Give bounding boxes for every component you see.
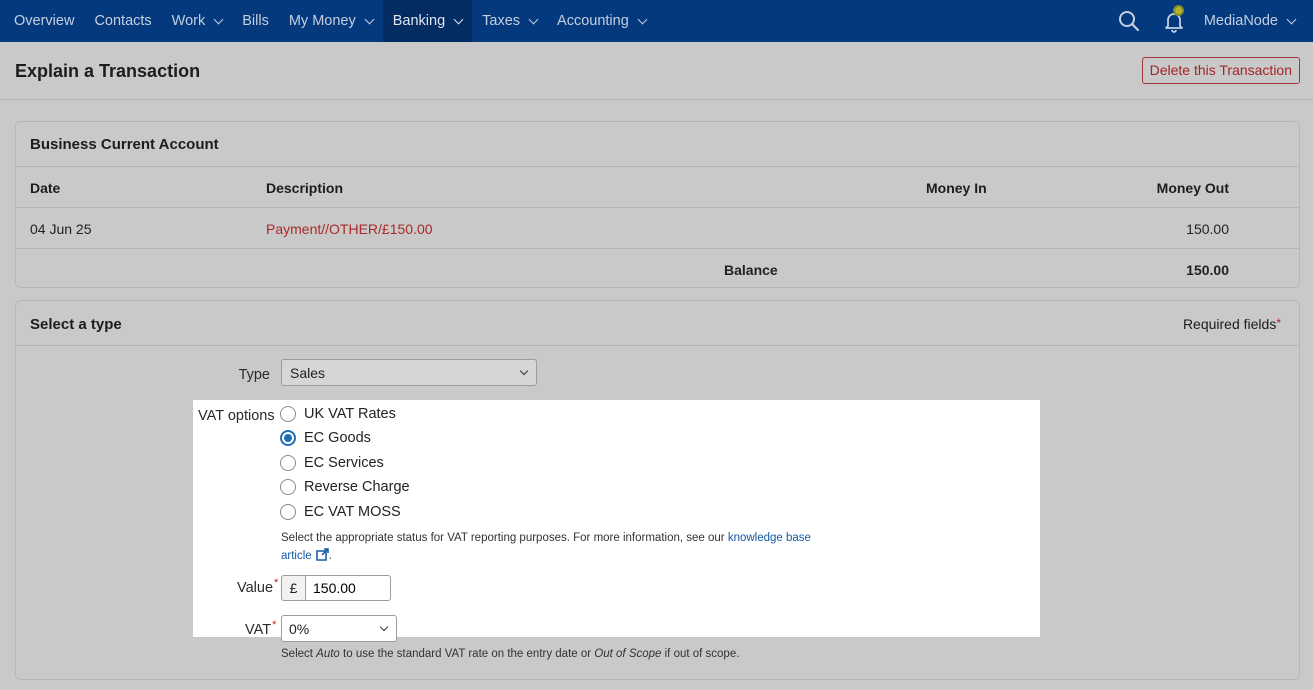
vat-option-label: EC Services — [304, 455, 384, 471]
nav-contacts[interactable]: Contacts — [84, 0, 161, 42]
value-label-text: Value — [237, 580, 274, 596]
knowledge-base-link[interactable]: knowledge base — [728, 532, 811, 544]
col-money-out: Money Out — [1156, 180, 1229, 196]
chevron-down-icon — [637, 14, 648, 24]
value-label: Value* — [237, 577, 279, 596]
type-card-title: Select a type — [30, 316, 122, 333]
chevron-down-icon — [364, 14, 375, 24]
value-field: £ — [281, 575, 391, 601]
account-title: Business Current Account — [16, 122, 1299, 167]
nav-taxes[interactable]: Taxes — [472, 0, 547, 42]
vat-note-auto: Auto — [316, 648, 340, 660]
vat-rate-value: 0% — [289, 621, 310, 637]
radio-unchecked[interactable] — [280, 479, 296, 495]
page-header: Explain a Transaction Delete this Transa… — [0, 42, 1313, 100]
row-date: 04 Jun 25 — [30, 221, 92, 237]
notification-dot — [1172, 5, 1184, 16]
nav-accounting-label: Accounting — [557, 13, 629, 29]
vat-option-label: Reverse Charge — [304, 479, 410, 495]
search-icon[interactable] — [1118, 10, 1140, 32]
nav-accounting[interactable]: Accounting — [547, 0, 656, 42]
page-title: Explain a Transaction — [15, 61, 201, 81]
required-fields-note: Required fields* — [1183, 316, 1281, 332]
delete-transaction-button[interactable]: Delete this Transaction — [1141, 57, 1300, 84]
nav-taxes-label: Taxes — [482, 13, 521, 29]
chevron-down-icon — [213, 14, 224, 24]
type-card-header: Select a type Required fields* — [16, 301, 1299, 346]
required-star: * — [1276, 316, 1281, 330]
value-input[interactable] — [305, 575, 391, 601]
vat-help-text: Select the appropriate status for VAT re… — [281, 529, 841, 565]
user-name: MediaNode — [1203, 13, 1278, 29]
nav-my-money-label: My Money — [288, 13, 356, 29]
nav-contacts-label: Contacts — [94, 13, 152, 29]
help-end: . — [328, 550, 332, 562]
row-description-link[interactable]: Payment//OTHER/£150.00 — [266, 221, 433, 237]
nav-banking-label: Banking — [392, 13, 446, 29]
table-header-row: Date Description Money In Money Out — [16, 167, 1299, 208]
required-star: * — [272, 619, 277, 631]
table-row: 04 Jun 25 Payment//OTHER/£150.00 150.00 — [16, 208, 1299, 249]
currency-symbol: £ — [281, 575, 305, 601]
col-description: Description — [266, 180, 344, 196]
chevron-down-icon — [519, 366, 529, 376]
vat-option-uk-vat-rates[interactable]: UK VAT Rates — [280, 406, 396, 422]
chevron-down-icon — [379, 622, 389, 632]
nav-overview[interactable]: Overview — [0, 0, 84, 42]
chevron-down-icon — [1286, 14, 1297, 24]
col-date: Date — [30, 180, 61, 196]
radio-unchecked[interactable] — [280, 406, 296, 422]
vat-option-label: UK VAT Rates — [304, 406, 396, 422]
chevron-down-icon — [528, 14, 539, 24]
top-nav: Overview Contacts Work Bills My Money Ba… — [0, 0, 1313, 42]
nav-overview-label: Overview — [14, 13, 75, 29]
balance-label: Balance — [724, 262, 778, 278]
vat-note-2: to use the standard VAT rate on the entr… — [343, 648, 592, 660]
row-money-out: 150.00 — [1186, 221, 1229, 237]
user-menu[interactable]: MediaNode — [1203, 13, 1297, 29]
external-link-icon[interactable] — [315, 548, 329, 561]
required-star: * — [274, 577, 279, 589]
nav-work[interactable]: Work — [162, 0, 233, 42]
vat-option-ec-goods[interactable]: EC Goods — [280, 430, 371, 446]
nav-right: MediaNode — [1118, 0, 1313, 42]
type-select[interactable]: Sales — [281, 359, 537, 386]
nav-bills[interactable]: Bills — [232, 0, 279, 42]
balance-row: Balance 150.00 — [16, 249, 1299, 290]
vat-option-label: EC Goods — [304, 430, 371, 446]
vat-note-3: if out of scope. — [664, 648, 740, 660]
radio-unchecked[interactable] — [280, 504, 296, 520]
nav-my-money[interactable]: My Money — [279, 0, 383, 42]
vat-options-label: VAT options — [198, 408, 275, 424]
balance-value: 150.00 — [1186, 262, 1229, 278]
notifications-button[interactable] — [1162, 5, 1186, 33]
radio-unchecked[interactable] — [280, 455, 296, 471]
vat-label: VAT* — [245, 619, 277, 638]
chevron-down-icon — [453, 14, 464, 24]
vat-help-body: Select the appropriate status for VAT re… — [281, 532, 725, 544]
vat-note-1: Select — [281, 648, 313, 660]
vat-option-reverse-charge[interactable]: Reverse Charge — [280, 479, 410, 495]
col-money-in: Money In — [926, 180, 987, 196]
knowledge-base-link-cont[interactable]: article — [281, 550, 312, 562]
account-card: Business Current Account Date Descriptio… — [15, 121, 1300, 288]
type-select-value: Sales — [290, 365, 326, 381]
vat-rate-select[interactable]: 0% — [281, 615, 397, 642]
vat-option-ec-services[interactable]: EC Services — [280, 455, 384, 471]
nav-menu: Overview Contacts Work Bills My Money Ba… — [0, 0, 656, 42]
radio-checked[interactable] — [280, 430, 296, 446]
vat-note-oos: Out of Scope — [594, 648, 662, 660]
nav-banking[interactable]: Banking — [382, 0, 473, 42]
required-fields-label: Required fields — [1182, 316, 1277, 332]
nav-work-label: Work — [171, 13, 206, 29]
vat-label-text: VAT — [245, 622, 272, 638]
type-label: Type — [238, 367, 270, 383]
nav-bills-label: Bills — [242, 13, 269, 29]
vat-note: Select Auto to use the standard VAT rate… — [281, 648, 739, 660]
vat-options-panel: VAT options UK VAT Rates EC Goods EC Ser… — [193, 400, 1040, 642]
vat-option-ec-vat-moss[interactable]: EC VAT MOSS — [280, 504, 401, 520]
vat-option-label: EC VAT MOSS — [304, 504, 401, 520]
